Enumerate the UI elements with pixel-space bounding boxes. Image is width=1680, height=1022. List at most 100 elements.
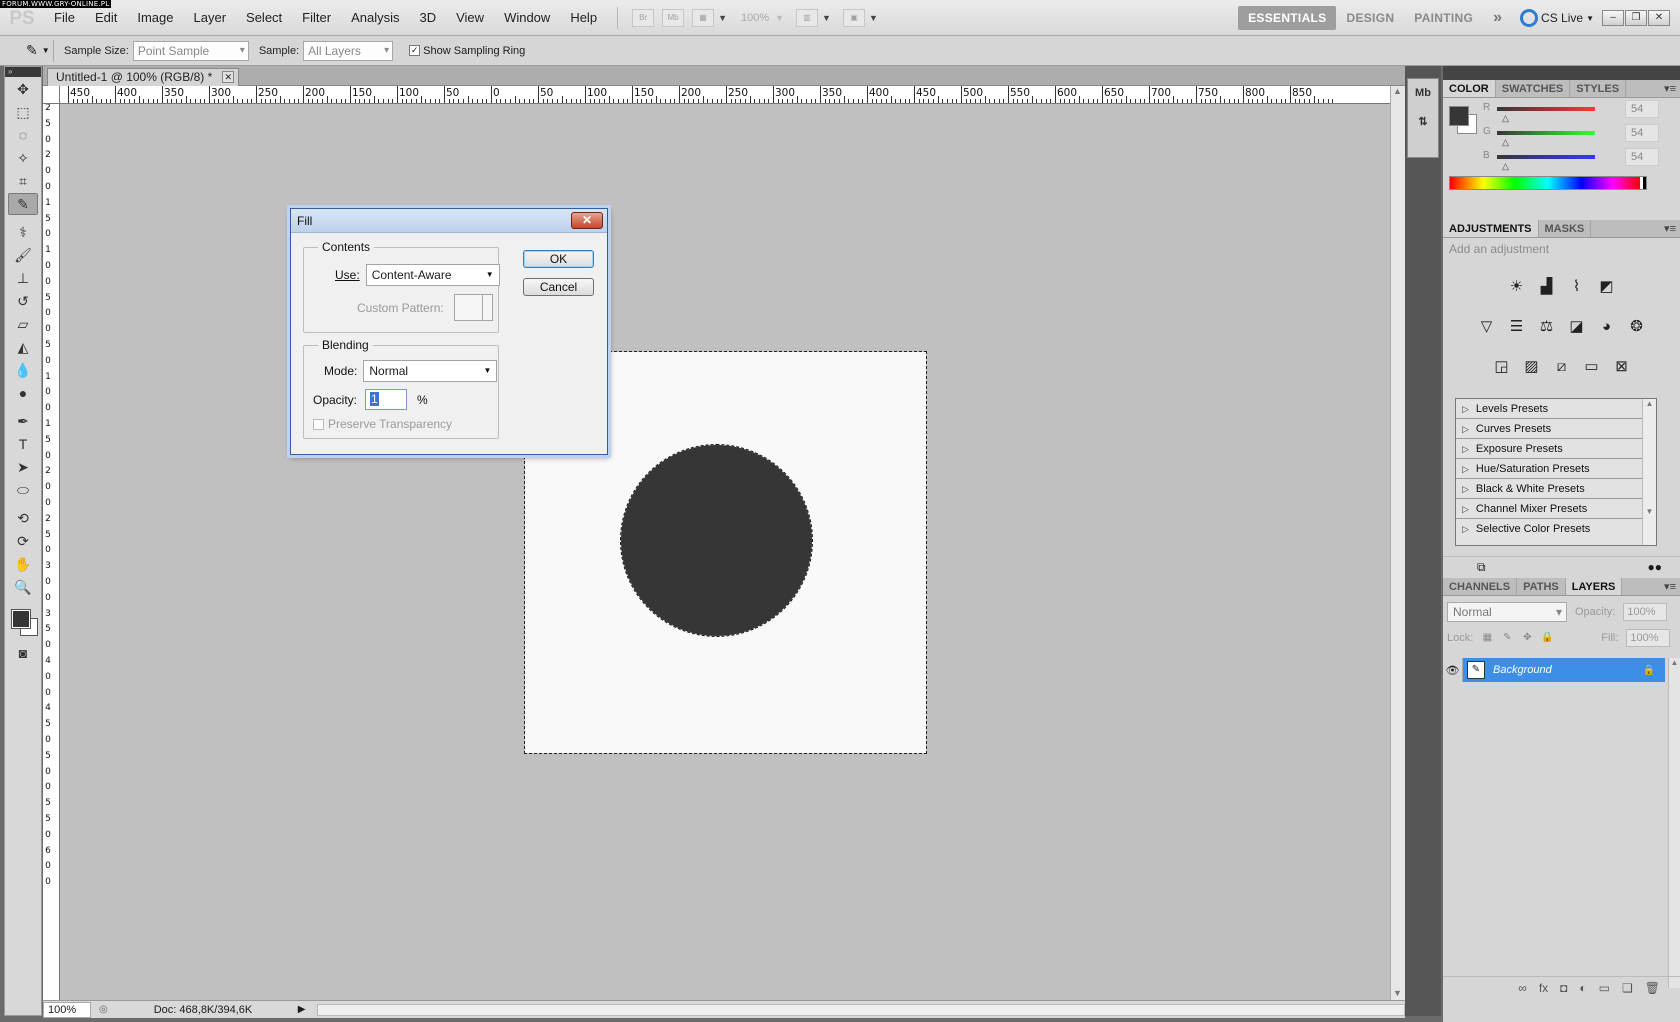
blue-track[interactable]: [1497, 155, 1595, 159]
threshold-icon[interactable]: ⧄: [1550, 354, 1574, 378]
eraser-tool-icon[interactable]: ▱: [8, 313, 38, 335]
type-tool-icon[interactable]: T: [8, 433, 38, 455]
chevron-down-icon[interactable]: ▼: [718, 13, 727, 23]
menu-view[interactable]: View: [446, 0, 494, 36]
status-info-icon[interactable]: ◎: [99, 1004, 108, 1015]
healing-brush-tool-icon[interactable]: ⚕: [8, 221, 38, 243]
minibridge-panel-icon[interactable]: Mb: [1411, 87, 1435, 107]
ok-button[interactable]: OK: [523, 250, 594, 268]
quick-selection-tool-icon[interactable]: ✧: [8, 147, 38, 169]
preset-channel-mixer[interactable]: ▷ Channel Mixer Presets: [1456, 499, 1656, 519]
minimize-icon[interactable]: –: [1602, 10, 1624, 26]
workspace-essentials[interactable]: ESSENTIALS: [1238, 6, 1337, 30]
panel-menu-icon[interactable]: ▾≡: [1664, 578, 1676, 596]
path-selection-tool-icon[interactable]: ➤: [8, 456, 38, 478]
link-layers-icon[interactable]: ∞: [1518, 981, 1527, 995]
menu-help[interactable]: Help: [560, 0, 607, 36]
pen-tool-icon[interactable]: ✒: [8, 410, 38, 432]
preset-levels[interactable]: ▷ Levels Presets: [1456, 399, 1656, 419]
tab-swatches[interactable]: SWATCHES: [1496, 80, 1571, 97]
green-slider[interactable]: G △ 54: [1483, 124, 1675, 147]
vertical-scrollbar[interactable]: ▲ ▼: [1390, 86, 1405, 1000]
tab-masks[interactable]: MASKS: [1539, 220, 1592, 237]
status-menu-arrow-icon[interactable]: ▶: [298, 1004, 306, 1015]
marquee-tool-icon[interactable]: ⬚: [8, 101, 38, 123]
panel-menu-icon[interactable]: ▾≡: [1664, 80, 1676, 98]
chevron-down-icon[interactable]: ▼: [775, 13, 784, 23]
lasso-tool-icon[interactable]: ◌: [8, 124, 38, 146]
dodge-tool-icon[interactable]: ●: [8, 382, 38, 404]
ruler-origin[interactable]: [43, 86, 60, 104]
new-adjustment-layer-icon[interactable]: ◐: [1579, 981, 1586, 995]
tool-preset-picker[interactable]: ✎ ▼: [8, 39, 54, 62]
tab-adjustments[interactable]: ADJUSTMENTS: [1443, 220, 1539, 237]
exposure-icon[interactable]: ◩: [1595, 274, 1619, 298]
brightness-contrast-icon[interactable]: ☀: [1505, 274, 1529, 298]
chevron-down-icon[interactable]: ▼: [869, 13, 878, 23]
levels-icon[interactable]: ▟: [1535, 274, 1559, 298]
preset-selective-color[interactable]: ▷ Selective Color Presets: [1456, 519, 1656, 539]
brush-tool-icon[interactable]: 🖌: [8, 244, 38, 266]
gradient-map-icon[interactable]: ▭: [1580, 354, 1604, 378]
close-icon[interactable]: ✕: [1648, 10, 1670, 26]
preserve-transparency-checkbox[interactable]: [313, 418, 324, 430]
color-swatches[interactable]: [8, 602, 38, 638]
curves-icon[interactable]: ⌇: [1565, 274, 1589, 298]
preset-black-white[interactable]: ▷ Black & White Presets: [1456, 479, 1656, 499]
toolbox-collapse-icon[interactable]: »: [5, 67, 41, 77]
add-mask-icon[interactable]: ◘: [1560, 981, 1567, 995]
new-group-icon[interactable]: ▭: [1599, 981, 1610, 995]
scroll-up-icon[interactable]: ▲: [1393, 86, 1402, 96]
delete-layer-icon[interactable]: 🗑: [1645, 981, 1660, 995]
tab-paths[interactable]: PATHS: [1517, 578, 1566, 595]
show-sampling-ring-option[interactable]: ✓ Show Sampling Ring: [409, 45, 525, 57]
slider-thumb-icon[interactable]: △: [1502, 113, 1509, 124]
crop-tool-icon[interactable]: ⌗: [8, 170, 38, 192]
layer-style-icon[interactable]: fx: [1539, 981, 1548, 995]
preset-hue-saturation[interactable]: ▷ Hue/Saturation Presets: [1456, 459, 1656, 479]
blue-slider[interactable]: B △ 54: [1483, 148, 1675, 171]
arrange-documents-icon[interactable]: ▥: [796, 8, 819, 27]
zoom-level[interactable]: 100%: [741, 12, 769, 24]
new-layer-icon[interactable]: ❏: [1622, 981, 1633, 995]
close-icon[interactable]: ✕: [571, 212, 603, 229]
bridge-button[interactable]: Br: [632, 8, 655, 27]
presets-scrollbar[interactable]: ▲ ▼: [1642, 399, 1656, 545]
menu-3d[interactable]: 3D: [409, 0, 446, 36]
hue-saturation-icon[interactable]: ☰: [1505, 314, 1529, 338]
slider-thumb-icon[interactable]: △: [1502, 161, 1509, 172]
view-extras-icon[interactable]: ▦: [692, 8, 715, 27]
sample-select[interactable]: All Layers: [303, 40, 394, 61]
red-slider[interactable]: R △ 54: [1483, 100, 1675, 123]
layer-row-background[interactable]: 👁 ✎ Background 🔒: [1443, 658, 1665, 682]
menu-filter[interactable]: Filter: [292, 0, 341, 36]
cs-live-button[interactable]: CS Live ▼: [1520, 9, 1594, 27]
invert-icon[interactable]: ◲: [1490, 354, 1514, 378]
color-balance-icon[interactable]: ⚖: [1535, 314, 1559, 338]
history-brush-tool-icon[interactable]: ↺: [8, 290, 38, 312]
layers-scrollbar[interactable]: ▲: [1668, 658, 1680, 988]
black-white-icon[interactable]: ◪: [1565, 314, 1589, 338]
menu-analysis[interactable]: Analysis: [341, 0, 409, 36]
red-track[interactable]: [1497, 107, 1595, 111]
preset-curves[interactable]: ▷ Curves Presets: [1456, 419, 1656, 439]
lock-all-icon[interactable]: 🔒: [1541, 632, 1553, 644]
screen-mode-icon[interactable]: ▣: [842, 8, 865, 27]
opacity-input[interactable]: 1: [365, 389, 408, 410]
scroll-down-icon[interactable]: ▼: [1393, 988, 1402, 998]
tab-styles[interactable]: STYLES: [1570, 80, 1627, 97]
more-workspaces-icon[interactable]: »: [1493, 9, 1502, 27]
menu-image[interactable]: Image: [127, 0, 183, 36]
status-zoom-field[interactable]: 100%: [43, 1001, 91, 1018]
green-value[interactable]: 54: [1625, 124, 1659, 142]
panel-menu-icon[interactable]: ▾≡: [1664, 220, 1676, 238]
clip-to-layer-icon[interactable]: ●●: [1648, 560, 1663, 574]
hand-tool-icon[interactable]: ✋: [8, 553, 38, 575]
red-value[interactable]: 54: [1625, 100, 1659, 118]
preset-exposure[interactable]: ▷ Exposure Presets: [1456, 439, 1656, 459]
selective-color-icon[interactable]: ⊠: [1610, 354, 1634, 378]
use-select[interactable]: Content-Aware: [365, 264, 500, 286]
quick-mask-icon[interactable]: ◙: [8, 642, 38, 664]
blue-value[interactable]: 54: [1625, 148, 1659, 166]
clone-stamp-tool-icon[interactable]: ⊥: [8, 267, 38, 289]
